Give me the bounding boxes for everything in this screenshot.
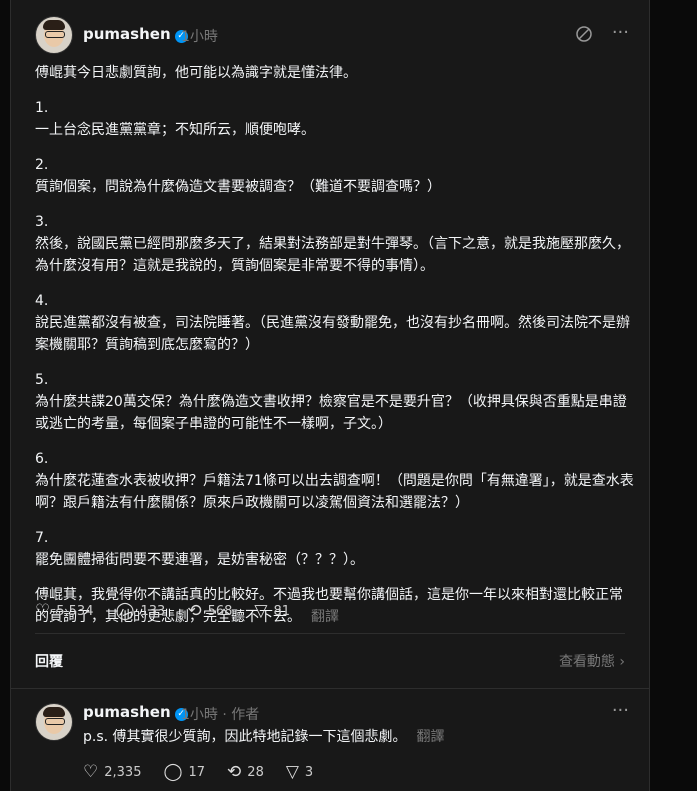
- share-count: 3: [304, 764, 314, 780]
- like-button[interactable]: ♡ 5,534: [35, 601, 93, 621]
- paragraph: 7. 罷免團體掃街問要不要連署，是妨害秘密（？？？）。: [35, 530, 364, 568]
- paragraph: 3. 然後，說國民黨已經問那麼多天了，結果對法務部是對牛彈琴。（言下之意，就是我施…: [35, 214, 630, 274]
- more-options-icon[interactable]: ···: [612, 22, 629, 43]
- share-button[interactable]: ▽ 3: [286, 762, 313, 782]
- post-body: 傅崐萁今日悲劇質詢，他可能以為識字就是懂法律。 1. 一上台念民進黨黨章；不知所云…: [35, 62, 635, 641]
- like-count: 2,335: [104, 764, 142, 780]
- reply-header: pumashen ✓ 1小時 · 作者 ··· p.s. 傅其實很少質詢，因此特地…: [35, 700, 629, 745]
- paragraph: 5. 為什麼共諜20萬交保？為什麼偽造文書收押？檢察官是不是要升官？（收押具保與否…: [35, 372, 627, 432]
- like-button[interactable]: ♡ 2,335: [83, 762, 141, 782]
- post-time[interactable]: 1小時: [181, 26, 218, 46]
- reply-item: pumashen ✓ 1小時 · 作者 ··· p.s. 傅其實很少質詢，因此特地…: [11, 688, 649, 791]
- heart-icon: ♡: [83, 762, 99, 782]
- comment-icon: ◯: [163, 762, 183, 782]
- post-header: pumashen ✓ 1小時 ···: [35, 16, 629, 56]
- thread-panel: pumashen ✓ 1小時 ··· 傅崐萁今日悲劇質詢，他可能以為識字就是懂法律…: [10, 0, 650, 791]
- like-count: 5,534: [56, 603, 94, 619]
- more-options-icon[interactable]: ···: [612, 700, 629, 721]
- paragraph: 1. 一上台念民進黨黨章；不知所云，順便咆哮。: [35, 100, 315, 138]
- reply-actions: ♡ 2,335 ◯ 17 ⟲ 28 ▽ 3: [83, 762, 335, 782]
- view-activity-link[interactable]: 查看動態 ›: [559, 651, 625, 671]
- username[interactable]: pumashen ✓: [83, 703, 188, 721]
- post-actions: ♡ 5,534 ◯ 133 ⟲ 568 ▽ 81: [35, 601, 312, 621]
- reply-text: p.s. 傅其實很少質詢，因此特地記錄一下這個悲劇。 翻譯: [83, 729, 445, 745]
- repost-button[interactable]: ⟲ 568: [187, 601, 232, 621]
- username-text[interactable]: pumashen: [83, 25, 171, 43]
- paragraph: 傅崐萁今日悲劇質詢，他可能以為識字就是懂法律。: [35, 65, 357, 81]
- avatar[interactable]: [35, 16, 73, 54]
- repost-icon: ⟲: [227, 762, 242, 782]
- repost-icon: ⟲: [187, 601, 202, 621]
- send-icon: ▽: [254, 601, 268, 621]
- repost-count: 568: [207, 603, 233, 619]
- comment-count: 133: [140, 603, 166, 619]
- translate-link[interactable]: 翻譯: [311, 609, 339, 625]
- mute-icon[interactable]: [575, 25, 593, 47]
- comment-count: 17: [188, 764, 206, 780]
- chevron-right-icon: ›: [619, 654, 625, 670]
- translate-link[interactable]: 翻譯: [417, 729, 445, 745]
- author-tag: 作者: [231, 707, 260, 723]
- heart-icon: ♡: [35, 601, 51, 621]
- paragraph: 4. 說民進黨都沒有被查，司法院睡著。（民進黨沒有發動罷免，也沒有抄名冊啊。然後司…: [35, 293, 630, 353]
- share-button[interactable]: ▽ 81: [254, 601, 290, 621]
- comment-icon: ◯: [115, 601, 135, 621]
- username-text[interactable]: pumashen: [83, 703, 171, 721]
- comment-button[interactable]: ◯ 133: [115, 601, 165, 621]
- paragraph: 6. 為什麼花蓮查水表被收押？戶籍法71條可以出去調查啊！（問題是你問「有無違署」…: [35, 451, 634, 511]
- paragraph: 2. 質詢個案，問說為什麼偽造文書要被調查？（難道不要調查嗎？）: [35, 157, 441, 195]
- replies-bar: 回覆 查看動態 ›: [35, 648, 625, 674]
- reply-time[interactable]: 1小時 · 作者: [181, 704, 259, 724]
- username[interactable]: pumashen ✓: [83, 25, 188, 43]
- send-icon: ▽: [285, 762, 299, 782]
- repost-count: 28: [247, 764, 264, 780]
- avatar[interactable]: [35, 703, 73, 741]
- repost-button[interactable]: ⟲ 28: [227, 762, 264, 782]
- replies-title: 回覆: [35, 654, 63, 670]
- comment-button[interactable]: ◯ 17: [163, 762, 205, 782]
- divider: [35, 633, 625, 634]
- share-count: 81: [273, 603, 291, 619]
